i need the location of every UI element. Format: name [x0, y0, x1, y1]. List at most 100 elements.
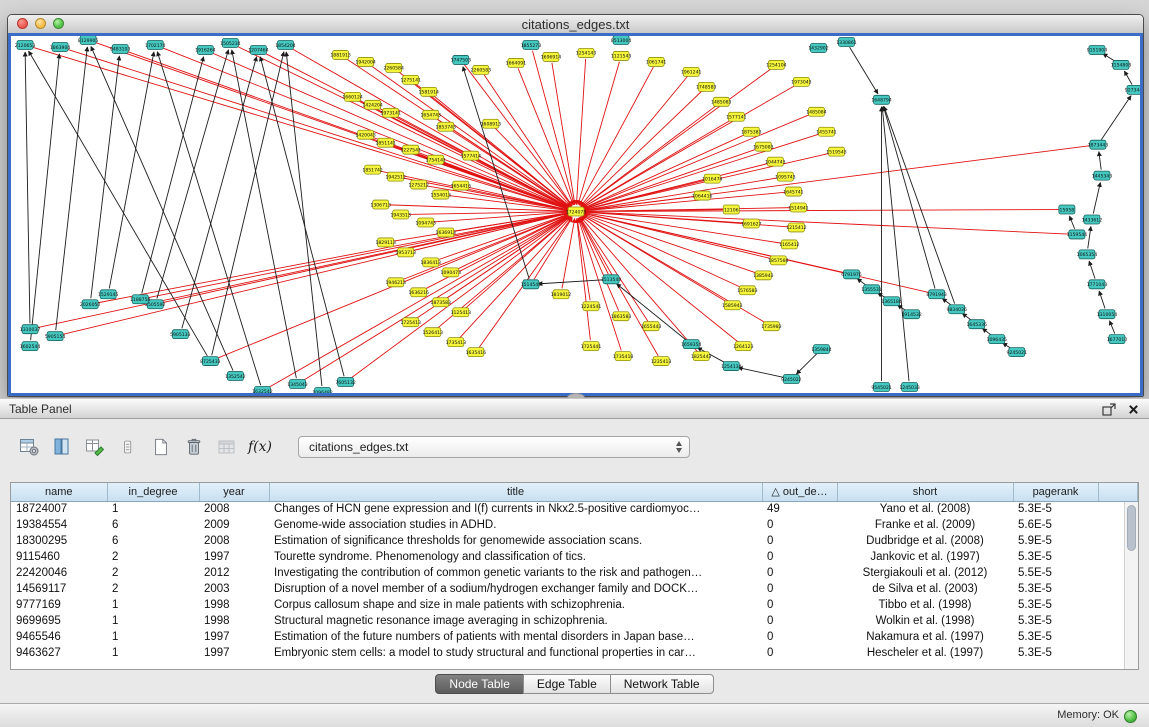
graph-node[interactable]: 1352542	[225, 372, 246, 381]
graph-node[interactable]: 1095743	[775, 172, 796, 181]
graph-node[interactable]: 9545021	[871, 383, 892, 392]
graph-node[interactable]: 1154808	[1111, 60, 1132, 69]
graph-node[interactable]: 1306713	[370, 200, 391, 209]
graph-node[interactable]: 1851141	[375, 138, 396, 147]
graph-node[interactable]: 1725413	[400, 318, 421, 327]
cell-title[interactable]: Estimation of significance thresholds fo…	[269, 533, 762, 549]
graph-node[interactable]: 1863904	[50, 42, 71, 51]
graph-node[interactable]: 1529145	[98, 290, 119, 299]
cell-out_degree[interactable]: 0	[762, 565, 837, 581]
table-vertical-scrollbar[interactable]	[1124, 502, 1138, 669]
graph-node[interactable]: 1660124	[342, 92, 363, 101]
tab-edge-table[interactable]: Edge Table	[523, 674, 611, 694]
cell-name[interactable]: 9699695	[11, 613, 107, 629]
graph-node[interactable]: 1916264	[195, 45, 216, 54]
graph-node[interactable]: 1836413	[421, 258, 442, 267]
function-builder-button[interactable]: f(x)	[247, 435, 273, 459]
table-row[interactable]: 946362711997Embryonic stem cells: a mode…	[11, 645, 1138, 661]
graph-node[interactable]: 1735413	[446, 338, 467, 347]
graph-node[interactable]: 1636913	[436, 228, 457, 237]
cell-in_degree[interactable]: 1	[107, 501, 199, 517]
graph-node[interactable]: 1044743	[765, 157, 786, 166]
graph-node[interactable]: 9151904	[1087, 45, 1108, 54]
graph-node[interactable]: 1654743	[421, 110, 442, 119]
graph-node[interactable]: 1061741	[646, 57, 667, 66]
graph-node[interactable]: 1264123	[733, 342, 754, 351]
graph-node[interactable]: 1973043	[791, 77, 812, 86]
cell-year[interactable]: 2008	[199, 501, 269, 517]
graph-node[interactable]: 1188754	[130, 295, 151, 304]
cell-title[interactable]: Corpus callosum shape and size in male p…	[269, 597, 762, 613]
graph-node[interactable]: 1254104	[766, 60, 787, 69]
graph-node[interactable]: 1851742	[362, 165, 383, 174]
cell-title[interactable]: Estimation of the future numbers of pati…	[269, 629, 762, 645]
cell-year[interactable]: 1997	[199, 549, 269, 565]
cell-name[interactable]: 18724007	[11, 501, 107, 517]
graph-node[interactable]: 1513543	[601, 275, 622, 284]
graph-node[interactable]: 1577414	[461, 151, 482, 160]
graph-node[interactable]: 1485083	[711, 97, 732, 106]
graph-node[interactable]: 1514941	[788, 203, 809, 212]
graph-node[interactable]: 1254143	[576, 48, 597, 57]
cell-title[interactable]: Tourette syndrome. Phenomenology and cla…	[269, 549, 762, 565]
cell-in_degree[interactable]: 2	[107, 581, 199, 597]
row-options-button[interactable]	[115, 435, 141, 459]
cell-in_degree[interactable]: 1	[107, 629, 199, 645]
graph-node[interactable]: 1725441	[581, 342, 602, 351]
graph-node[interactable]: 1432902	[808, 43, 829, 52]
cell-title[interactable]: Disruption of a novel member of a sodium…	[269, 581, 762, 597]
graph-node[interactable]: 15958	[1059, 205, 1075, 214]
cell-short[interactable]: Jankovic et al. (1997)	[837, 549, 1013, 565]
cell-out_degree[interactable]: 0	[762, 533, 837, 549]
cell-out_degree[interactable]: 0	[762, 581, 837, 597]
tab-node-table[interactable]: Node Table	[435, 674, 524, 694]
graph-node[interactable]: 1659354	[681, 340, 702, 349]
graph-node[interactable]: 1873443	[1088, 140, 1109, 149]
cell-title[interactable]: Changes of HCN gene expression and I(f) …	[269, 501, 762, 517]
cell-pagerank[interactable]: 5.3E-5	[1013, 501, 1098, 517]
graph-node[interactable]: 1424204	[362, 100, 383, 109]
cell-year[interactable]: 2003	[199, 581, 269, 597]
graph-node[interactable]: 1065354	[1077, 250, 1098, 259]
graph-node[interactable]: 1125413	[451, 308, 472, 317]
cell-in_degree[interactable]: 2	[107, 549, 199, 565]
table-row[interactable]: 911546021997Tourette syndrome. Phenomeno…	[11, 549, 1138, 565]
graph-node[interactable]: 1420043	[355, 130, 376, 139]
cell-year[interactable]: 2009	[199, 517, 269, 533]
graph-node[interactable]: 8725433	[200, 357, 221, 366]
cell-out_degree[interactable]: 0	[762, 549, 837, 565]
graph-node[interactable]: 1724073	[566, 207, 587, 216]
cell-name[interactable]: 9115460	[11, 549, 107, 565]
cell-short[interactable]: Hescheler et al. (1997)	[837, 645, 1013, 661]
graph-node[interactable]: 1853743	[436, 122, 457, 131]
graph-node[interactable]: 1873583	[431, 298, 452, 307]
zoom-window-button[interactable]	[53, 18, 64, 29]
graph-node[interactable]: 1581914	[419, 87, 440, 96]
graph-node[interactable]: 1090473	[441, 268, 462, 277]
graph-node[interactable]: 1455741	[816, 127, 837, 136]
cell-pagerank[interactable]: 5.3E-5	[1013, 629, 1098, 645]
select-columns-button[interactable]	[49, 435, 75, 459]
cell-year[interactable]: 1998	[199, 613, 269, 629]
import-table-button[interactable]	[214, 435, 240, 459]
column-header-title[interactable]: title	[269, 483, 762, 501]
graph-node[interactable]: 8129905	[78, 36, 99, 44]
cell-short[interactable]: Yano et al. (2008)	[837, 501, 1013, 517]
column-header-name[interactable]: name	[11, 483, 107, 501]
cell-year[interactable]: 2012	[199, 565, 269, 581]
graph-node[interactable]: 1254134	[721, 362, 742, 371]
cell-out_degree[interactable]: 0	[762, 629, 837, 645]
graph-node[interactable]: 1608913	[481, 119, 502, 128]
graph-node[interactable]: 1691627	[741, 219, 762, 228]
graph-node[interactable]: 1159544	[1067, 230, 1088, 239]
column-header-out_degree[interactable]: △ out_de…	[762, 483, 837, 501]
graph-node[interactable]: 1645336	[966, 320, 987, 329]
graph-node[interactable]: 1330861	[836, 37, 857, 46]
cell-out_degree[interactable]: 0	[762, 645, 837, 661]
cell-short[interactable]: Nakamura et al. (1997)	[837, 629, 1013, 645]
graph-node[interactable]: 1636216	[409, 288, 430, 297]
cell-in_degree[interactable]: 1	[107, 613, 199, 629]
cell-name[interactable]: 22420046	[11, 565, 107, 581]
graph-node[interactable]: 2260584	[383, 63, 404, 72]
graph-node[interactable]: 1771043	[1087, 280, 1108, 289]
